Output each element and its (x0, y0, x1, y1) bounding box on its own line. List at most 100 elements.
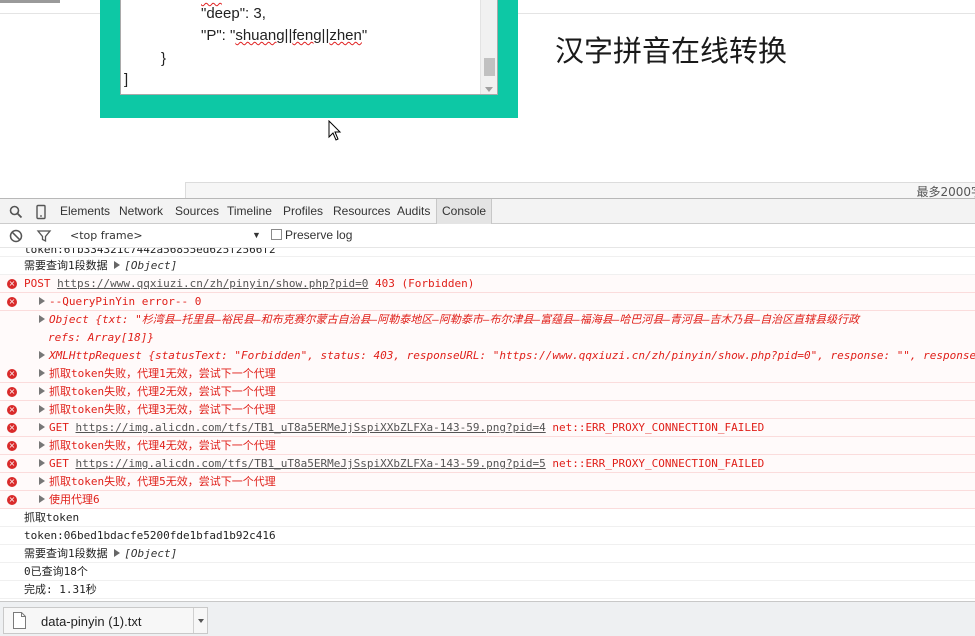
console-error-detail-row: refs: Array[18]} (0, 329, 975, 347)
clear-console-icon[interactable] (8, 228, 24, 244)
expand-triangle-icon[interactable] (39, 315, 45, 323)
download-menu-button[interactable] (193, 608, 207, 633)
expand-triangle-icon[interactable] (39, 405, 45, 413)
console-message: XMLHttpRequest {statusText: "Forbidden",… (49, 349, 975, 362)
console-text: --QueryPinYin error-- 0 (49, 295, 202, 308)
textarea-scrollbar[interactable] (480, 0, 497, 94)
console-message: --QueryPinYin error-- 0 (49, 295, 201, 308)
request-url-link[interactable]: https://www.qqxiuzi.cn/zh/pinyin/show.ph… (57, 277, 368, 290)
console-text: 抓取token失败，代理4无效，尝试下一个代理 (49, 439, 276, 452)
object-preview[interactable]: [Object] (124, 259, 177, 272)
console-message: POST https://www.qqxiuzi.cn/zh/pinyin/sh… (24, 277, 474, 290)
request-url-link[interactable]: https://img.alicdn.com/tfs/TB1_uT8a5ERMe… (76, 457, 546, 470)
json-line-close-brace: } (161, 50, 167, 67)
tab-sources[interactable]: Sources (170, 199, 224, 224)
console-error-row: × 抓取token失败，代理1无效，尝试下一个代理 (0, 365, 975, 383)
text-file-icon (13, 612, 26, 629)
request-url-link[interactable]: https://img.alicdn.com/tfs/TB1_uT8a5ERMe… (76, 421, 546, 434)
scrollbar-thumb[interactable] (484, 58, 495, 76)
console-text: Object {txt: "杉湾县—托里县—裕民县—和布克赛尔蒙古自治县—阿勒泰… (49, 313, 860, 326)
preserve-log-label: Preserve log (285, 228, 353, 242)
console-message: refs: Array[18]} (48, 331, 154, 344)
preserve-log-checkbox[interactable] (271, 229, 282, 240)
request-method: GET (49, 421, 76, 434)
tab-console[interactable]: Console (436, 199, 493, 224)
console-text: 抓取token失败，代理3无效，尝试下一个代理 (49, 403, 276, 416)
console-message: 抓取token失败，代理3无效，尝试下一个代理 (49, 403, 276, 416)
chevron-down-icon[interactable]: ▼ (252, 230, 261, 240)
console-message: Object {txt: "杉湾县—托里县—裕民县—和布克赛尔蒙古自治县—阿勒泰… (49, 313, 859, 326)
console-text: 需要查询1段数据 (24, 259, 108, 272)
misspelled-word: zhen (329, 27, 362, 44)
misspelled-word: feng (292, 27, 322, 44)
misspelled-word: shuang (235, 27, 285, 44)
console-error-row: × 使用代理6 (0, 491, 975, 509)
error-icon: × (7, 477, 17, 487)
tab-elements[interactable]: Elements (55, 199, 115, 224)
console-error-row: × GET https://img.alicdn.com/tfs/TB1_uT8a… (0, 419, 975, 437)
expand-triangle-icon[interactable] (39, 369, 45, 377)
tab-timeline[interactable]: Timeline (222, 199, 277, 224)
console-message: 抓取token (24, 511, 79, 524)
json-line-p: "P": "shuang||feng||zhen" (201, 27, 368, 44)
console-error-row: × 抓取token失败，代理5无效，尝试下一个代理 (0, 473, 975, 491)
frame-select[interactable]: <top frame> (70, 224, 143, 247)
console-log-row: token:06bed1bdacfe5200fde1bfad1b92c416 (0, 527, 975, 545)
console-message: 抓取token失败，代理4无效，尝试下一个代理 (49, 439, 276, 452)
expand-triangle-icon[interactable] (39, 459, 45, 467)
tab-resources[interactable]: Resources (328, 199, 395, 224)
request-method: POST (24, 277, 58, 290)
console-text: 抓取token失败，代理5无效，尝试下一个代理 (49, 475, 276, 488)
error-icon: × (7, 459, 17, 469)
char-limit-hint: 最多2000字 (916, 185, 975, 198)
json-line-close-bracket: ] (124, 71, 129, 88)
error-icon: × (7, 423, 17, 433)
console-message: 需要查询1段数据 (24, 259, 108, 272)
console-log-row: token:6fb334321c7442a56855ed625f2566f2 (0, 248, 975, 257)
object-preview[interactable]: [Object] (124, 547, 177, 560)
console-message: GET https://img.alicdn.com/tfs/TB1_uT8a5… (49, 457, 764, 470)
request-status: 403 (Forbidden) (368, 277, 475, 290)
expand-triangle-icon[interactable] (114, 261, 121, 269)
expand-triangle-icon[interactable] (39, 297, 45, 305)
console-error-detail-row: XMLHttpRequest {statusText: "Forbidden",… (0, 347, 975, 365)
console-text: refs: Array[18]} (48, 331, 154, 344)
console-text: token:6fb334321c7442a56855ed625f2566f2 (24, 248, 276, 256)
filter-icon[interactable] (36, 228, 52, 244)
error-icon: × (7, 405, 17, 415)
download-item[interactable]: data-pinyin (1).txt (3, 607, 208, 634)
tab-profiles[interactable]: Profiles (278, 199, 328, 224)
expand-triangle-icon[interactable] (39, 387, 45, 395)
expand-triangle-icon[interactable] (39, 351, 45, 359)
inspect-search-icon[interactable] (8, 204, 24, 220)
console-message: 使用代理6 (49, 493, 100, 506)
console-output: token:6fb334321c7442a56855ed625f2566f2 需要… (0, 248, 975, 602)
error-icon: × (7, 297, 17, 307)
request-status: net::ERR_PROXY_CONNECTION_FAILED (545, 421, 765, 434)
page-title: 汉字拼音在线转换 (555, 34, 788, 68)
tab-network[interactable]: Network (114, 199, 168, 224)
error-icon: × (7, 495, 17, 505)
console-text: token:06bed1bdacfe5200fde1bfad1b92c416 (24, 529, 276, 542)
console-error-row: × POST https://www.qqxiuzi.cn/zh/pinyin/s… (0, 275, 975, 293)
expand-triangle-icon[interactable] (114, 549, 121, 557)
device-mode-icon[interactable] (33, 204, 49, 220)
console-text: 抓取token (24, 511, 80, 524)
console-error-row: × GET https://img.alicdn.com/tfs/TB1_uT8a… (0, 455, 975, 473)
expand-triangle-icon[interactable] (39, 477, 45, 485)
console-message: token:06bed1bdacfe5200fde1bfad1b92c416 (24, 529, 276, 542)
download-file-name: data-pinyin (1).txt (41, 614, 142, 629)
top-edge-fragment (0, 0, 60, 3)
console-log-row: 完成: 1.31秒 (0, 581, 975, 599)
console-message: GET https://img.alicdn.com/tfs/TB1_uT8a5… (49, 421, 764, 434)
mouse-pointer-icon (328, 120, 342, 141)
console-log-row: 0已查询18个 (0, 563, 975, 581)
expand-triangle-icon[interactable] (39, 495, 45, 503)
expand-triangle-icon[interactable] (39, 441, 45, 449)
console-message: 0已查询18个 (24, 565, 88, 578)
tab-audits[interactable]: Audits (392, 199, 435, 224)
result-panel: "deep": 3, "P": "shuang||feng||zhen" } ] (100, 0, 518, 118)
expand-triangle-icon[interactable] (39, 423, 45, 431)
scroll-down-arrow-icon[interactable] (485, 87, 493, 92)
json-output-textarea[interactable]: "deep": 3, "P": "shuang||feng||zhen" } ] (120, 0, 498, 95)
